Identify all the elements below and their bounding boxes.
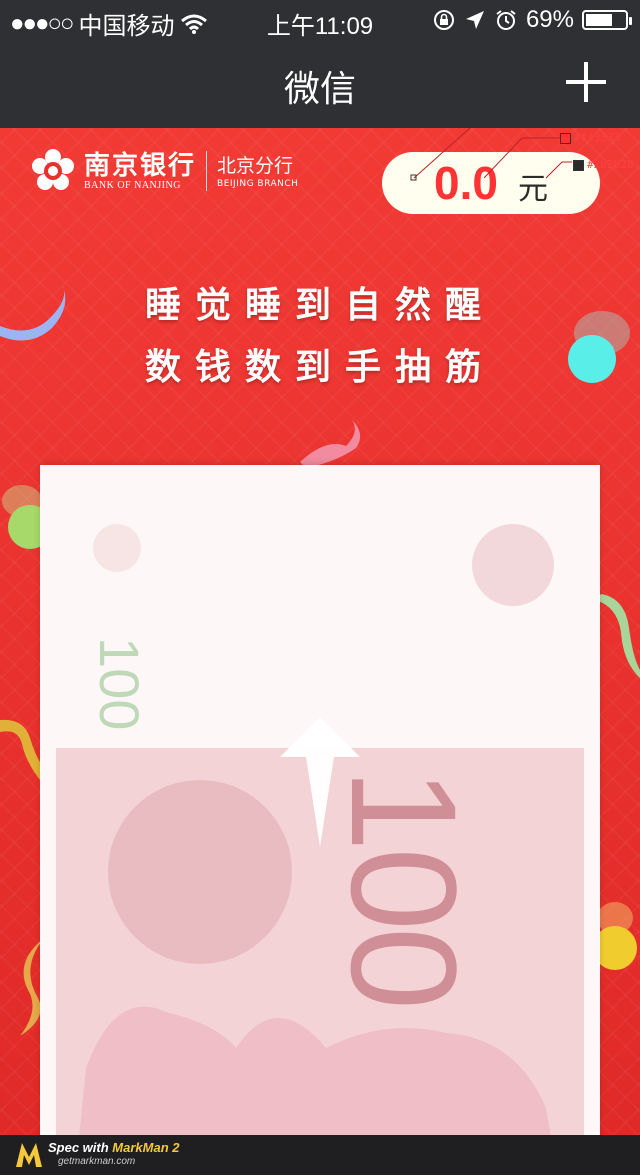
nav-title: 微信 xyxy=(283,68,356,109)
swatch-2b2b2b xyxy=(573,159,584,171)
orientation-lock-icon xyxy=(433,10,454,30)
bill-denomination-small: 100 xyxy=(88,637,151,731)
footer-caption: Spec with MarkMan 2 xyxy=(48,1140,180,1155)
confetti-ribbon-blue xyxy=(0,284,66,341)
swatch-ff3333 xyxy=(560,132,571,144)
confetti-ribbon-gold-left xyxy=(0,719,44,780)
bank-name-en: BANK OF NANJING xyxy=(84,179,181,191)
footer-brand: MarkMan 2 xyxy=(112,1140,180,1155)
confetti-ribbon-pink xyxy=(300,420,361,468)
bank-logo: 南京银行 BANK OF NANJING 北京分行 BEIJING BRANCH xyxy=(30,148,298,194)
slogan-line-2: 数钱数到手抽筋 xyxy=(144,347,495,388)
alarm-icon xyxy=(496,10,516,30)
confetti-ribbon-green xyxy=(595,594,640,678)
battery-fill xyxy=(586,14,612,26)
location-arrow-icon xyxy=(465,11,484,29)
bank-name-cn: 南京银行 xyxy=(84,150,197,181)
slogan-line-1: 睡觉睡到自然醒 xyxy=(144,285,495,326)
annotation-2b2b2b: #2b2b2b xyxy=(573,158,633,171)
branch-name-cn: 北京分行 xyxy=(217,155,294,177)
banknote-card[interactable]: 100 100 xyxy=(40,465,600,1135)
bill-decor-small-circle xyxy=(93,524,141,572)
annotation-ff3333: #ff3333 xyxy=(560,131,620,144)
battery-percent: 69% xyxy=(525,6,574,33)
battery-icon xyxy=(582,10,632,30)
branch-name-en: BEIJING BRANCH xyxy=(217,179,299,189)
swipe-up-arrow-icon xyxy=(280,717,360,847)
logo-divider xyxy=(206,151,208,191)
footer-spec-with: Spec with xyxy=(48,1140,113,1155)
markman-logo-icon xyxy=(16,1143,42,1167)
nav-bar: 微信 xyxy=(0,40,640,128)
markman-footer: Spec with MarkMan 2 getmarkman.com xyxy=(0,1135,640,1175)
main-content: 南京银行 BANK OF NANJING 北京分行 BEIJING BRANCH… xyxy=(0,128,640,1135)
status-bar: ●●●○○ 中国移动 上午11:09 69% xyxy=(0,0,640,40)
bank-flower-icon xyxy=(32,149,74,190)
confetti-ball-cyan xyxy=(568,311,630,383)
plus-icon[interactable] xyxy=(566,62,606,102)
footer-site[interactable]: getmarkman.com xyxy=(58,1156,135,1167)
bill-decor-large-circle xyxy=(472,524,554,606)
